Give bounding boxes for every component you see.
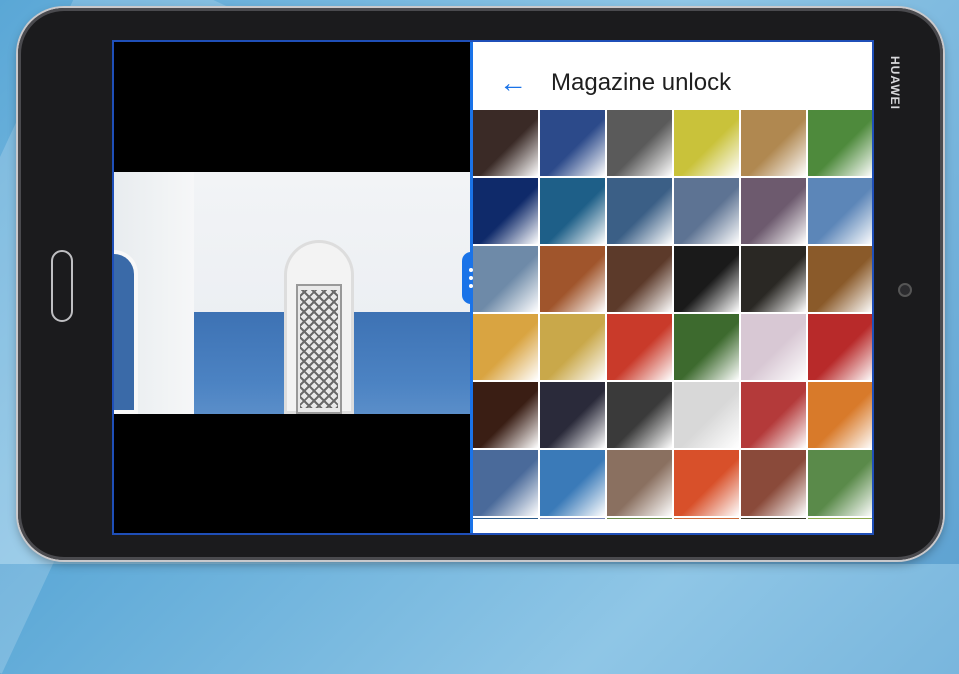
wallpaper-thumbnail[interactable] bbox=[540, 314, 605, 380]
wallpaper-thumbnail[interactable] bbox=[808, 518, 872, 519]
tablet-frame: HUAWEI ← Magazine unlock bbox=[18, 8, 943, 560]
wallpaper-thumbnail[interactable] bbox=[674, 246, 739, 312]
wallpaper-thumbnail[interactable] bbox=[473, 178, 538, 244]
wallpaper-thumbnail[interactable] bbox=[674, 518, 739, 519]
wallpaper-thumbnail[interactable] bbox=[808, 314, 872, 380]
arched-door-photo bbox=[114, 172, 470, 414]
wallpaper-thumbnail[interactable] bbox=[607, 246, 672, 312]
wallpaper-thumbnail[interactable] bbox=[674, 314, 739, 380]
wallpaper-thumbnail[interactable] bbox=[674, 382, 739, 448]
wallpaper-thumbnail[interactable] bbox=[607, 382, 672, 448]
wallpaper-thumbnail[interactable] bbox=[473, 382, 538, 448]
wallpaper-thumbnail[interactable] bbox=[808, 450, 872, 516]
wallpaper-thumbnail[interactable] bbox=[674, 450, 739, 516]
wallpaper-thumbnail[interactable] bbox=[741, 314, 806, 380]
brand-logo: HUAWEI bbox=[888, 56, 902, 110]
wallpaper-thumbnail[interactable] bbox=[607, 314, 672, 380]
screen: ← Magazine unlock bbox=[112, 40, 874, 535]
wallpaper-thumbnail[interactable] bbox=[674, 178, 739, 244]
wallpaper-thumbnail[interactable] bbox=[473, 314, 538, 380]
wallpaper-thumbnail[interactable] bbox=[540, 450, 605, 516]
wallpaper-thumbnail[interactable] bbox=[808, 110, 872, 176]
wallpaper-thumbnail[interactable] bbox=[473, 110, 538, 176]
wallpaper-thumbnail[interactable] bbox=[473, 246, 538, 312]
wallpaper-thumbnail[interactable] bbox=[540, 178, 605, 244]
wallpaper-grid bbox=[473, 110, 872, 519]
wallpaper-thumbnail[interactable] bbox=[607, 450, 672, 516]
home-button[interactable] bbox=[51, 250, 73, 322]
wallpaper-thumbnail[interactable] bbox=[741, 178, 806, 244]
wallpaper-thumbnail[interactable] bbox=[741, 450, 806, 516]
wallpaper-thumbnail[interactable] bbox=[473, 450, 538, 516]
left-pane bbox=[114, 42, 470, 533]
back-arrow-icon[interactable]: ← bbox=[483, 69, 543, 97]
wallpaper-thumbnail[interactable] bbox=[808, 178, 872, 244]
wallpaper-thumbnail[interactable] bbox=[741, 110, 806, 176]
wallpaper-thumbnail[interactable] bbox=[607, 178, 672, 244]
wallpaper-thumbnail[interactable] bbox=[674, 110, 739, 176]
wallpaper-thumbnail[interactable] bbox=[540, 246, 605, 312]
wallpaper-thumbnail[interactable] bbox=[540, 382, 605, 448]
page-title: Magazine unlock bbox=[551, 69, 732, 96]
wallpaper-thumbnail[interactable] bbox=[741, 382, 806, 448]
wallpaper-thumbnail[interactable] bbox=[741, 246, 806, 312]
wallpaper-thumbnail[interactable] bbox=[540, 110, 605, 176]
wallpaper-thumbnail[interactable] bbox=[741, 518, 806, 519]
wallpaper-thumbnail[interactable] bbox=[473, 518, 538, 519]
wallpaper-thumbnail[interactable] bbox=[607, 110, 672, 176]
right-pane: ← Magazine unlock bbox=[473, 42, 872, 533]
wallpaper-thumbnail[interactable] bbox=[540, 518, 605, 519]
wallpaper-thumbnail[interactable] bbox=[607, 518, 672, 519]
wallpaper-thumbnail[interactable] bbox=[808, 382, 872, 448]
wallpaper-thumbnail[interactable] bbox=[808, 246, 872, 312]
camera-icon bbox=[898, 283, 912, 297]
